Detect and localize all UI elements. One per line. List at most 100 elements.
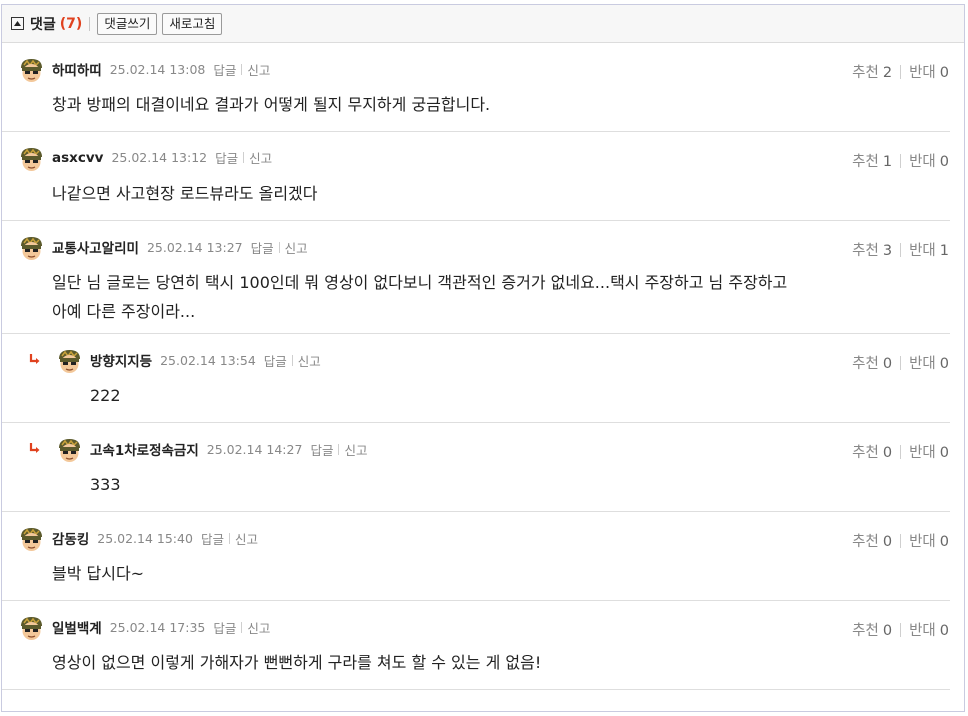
level-avatar-icon[interactable] bbox=[17, 145, 46, 174]
comment-text-line: 창과 방패의 대결이네요 결과가 어떻게 될지 무지하게 궁금합니다. bbox=[52, 95, 491, 114]
downvote-button[interactable]: 반대 0 bbox=[909, 150, 949, 171]
action-divider bbox=[291, 354, 293, 366]
comment-votes: 추천 0 반대 0 bbox=[852, 530, 949, 551]
upvote-button[interactable]: 추천 1 bbox=[852, 150, 892, 171]
vote-divider bbox=[900, 533, 902, 548]
comment-item: asxcvv 25.02.14 13:12 답글 신고나같으면 사고현장 로드뷰라도 … bbox=[2, 132, 950, 221]
upvote-button[interactable]: 추천 0 bbox=[852, 441, 892, 462]
upvote-count: 2 bbox=[882, 65, 893, 81]
downvote-count: 0 bbox=[939, 65, 949, 81]
reply-link[interactable]: 답글 bbox=[215, 148, 238, 167]
downvote-count: 0 bbox=[939, 445, 949, 461]
comment-text-line: 아예 다른 주장이라... bbox=[52, 302, 196, 321]
upvote-count: 3 bbox=[882, 243, 893, 259]
comment-row: 일벌백계 25.02.14 17:35 답글 신고 영상이 없으면 이렇게 가해자가 뻔… bbox=[2, 601, 950, 689]
collapse-up-icon[interactable] bbox=[11, 17, 24, 30]
level-avatar-icon[interactable] bbox=[17, 614, 46, 643]
upvote-label: 추천 bbox=[852, 445, 879, 461]
upvote-count: 0 bbox=[882, 623, 893, 639]
upvote-count: 1 bbox=[882, 154, 893, 170]
comment-text: 나같으면 사고현장 로드뷰라도 올리겠다 bbox=[52, 179, 318, 208]
level-avatar-icon[interactable] bbox=[17, 234, 46, 263]
comment-text: 창과 방패의 대결이네요 결과가 어떻게 될지 무지하게 궁금합니다. bbox=[52, 90, 490, 119]
comment-row: 교통사고알리미 25.02.14 13:27 답글 신고 일단 님 글로는 당연히 택시… bbox=[2, 221, 950, 333]
report-link[interactable]: 신고 bbox=[298, 351, 321, 370]
action-divider bbox=[278, 241, 280, 253]
level-avatar-icon[interactable] bbox=[55, 347, 84, 376]
comment-item: 교통사고알리미 25.02.14 13:27 답글 신고 일단 님 글로는 당연히 택시… bbox=[2, 221, 950, 334]
comment-count: (7) bbox=[59, 15, 83, 32]
comment-votes: 추천 0 반대 0 bbox=[852, 619, 949, 640]
reply-arrow-icon bbox=[28, 352, 42, 366]
downvote-button[interactable]: 반대 0 bbox=[909, 61, 949, 82]
comment-meta: 고속1차로정속금지 25.02.14 14:27 답글 신고 bbox=[90, 439, 367, 460]
comment-date: 25.02.14 13:12 bbox=[111, 150, 208, 165]
level-avatar-icon[interactable] bbox=[17, 56, 46, 85]
comment-nickname[interactable]: 고속1차로정속금지 bbox=[90, 439, 199, 459]
downvote-count: 0 bbox=[939, 154, 949, 170]
comment-meta: 교통사고알리미 25.02.14 13:27 답글 신고 bbox=[52, 237, 308, 258]
reply-link[interactable]: 답글 bbox=[264, 351, 287, 370]
comment-list: 하띠하띠 25.02.14 13:08 답글 신고 창과 방패의 대결이네요 결과가 어… bbox=[2, 43, 964, 690]
upvote-button[interactable]: 추천 3 bbox=[852, 239, 892, 260]
comment-nickname[interactable]: 감동킹 bbox=[52, 528, 89, 548]
upvote-button[interactable]: 추천 0 bbox=[852, 619, 892, 640]
reply-link[interactable]: 답글 bbox=[213, 618, 236, 637]
upvote-label: 추천 bbox=[852, 623, 879, 639]
reply-link[interactable]: 답글 bbox=[201, 529, 224, 548]
comment-row: asxcvv 25.02.14 13:12 답글 신고나같으면 사고현장 로드뷰라도 … bbox=[2, 132, 950, 220]
level-avatar-icon[interactable] bbox=[17, 525, 46, 554]
comment-item: 감동킹 25.02.14 15:40 답글 신고 블박 답시다~ 추천 0 반대 0 bbox=[2, 512, 950, 601]
report-link[interactable]: 신고 bbox=[235, 529, 258, 548]
comment-row: 방향지지등 25.02.14 13:54 답글 신고 222 추천 0 반대 0 bbox=[2, 334, 950, 422]
reply-link[interactable]: 답글 bbox=[251, 238, 274, 257]
comment-meta: 하띠하띠 25.02.14 13:08 답글 신고 bbox=[52, 59, 270, 80]
downvote-label: 반대 bbox=[909, 154, 936, 170]
comment-text-line: 일단 님 글로는 당연히 택시 100인데 뭐 영상이 없다보니 객관적인 증거… bbox=[52, 273, 788, 292]
action-divider bbox=[228, 532, 230, 544]
level-avatar-icon[interactable] bbox=[55, 436, 84, 465]
downvote-label: 반대 bbox=[909, 356, 936, 372]
comment-nickname[interactable]: 방향지지등 bbox=[90, 350, 152, 370]
reply-item: 방향지지등 25.02.14 13:54 답글 신고 222 추천 0 반대 0 bbox=[2, 334, 950, 423]
reply-link[interactable]: 답글 bbox=[213, 60, 236, 79]
upvote-label: 추천 bbox=[852, 356, 879, 372]
downvote-button[interactable]: 반대 0 bbox=[909, 352, 949, 373]
downvote-count: 0 bbox=[939, 534, 949, 550]
downvote-button[interactable]: 반대 0 bbox=[909, 619, 949, 640]
upvote-button[interactable]: 추천 2 bbox=[852, 61, 892, 82]
vote-divider bbox=[900, 242, 902, 257]
reply-link[interactable]: 답글 bbox=[310, 440, 333, 459]
downvote-label: 반대 bbox=[909, 243, 936, 259]
report-link[interactable]: 신고 bbox=[249, 148, 272, 167]
downvote-button[interactable]: 반대 0 bbox=[909, 530, 949, 551]
report-link[interactable]: 신고 bbox=[247, 618, 270, 637]
upvote-button[interactable]: 추천 0 bbox=[852, 530, 892, 551]
report-link[interactable]: 신고 bbox=[285, 238, 308, 257]
downvote-count: 0 bbox=[939, 623, 949, 639]
action-divider bbox=[243, 152, 245, 163]
comment-votes: 추천 0 반대 0 bbox=[852, 441, 949, 462]
comment-votes: 추천 1 반대 0 bbox=[852, 150, 949, 171]
upvote-button[interactable]: 추천 0 bbox=[852, 352, 892, 373]
comment-nickname[interactable]: 하띠하띠 bbox=[52, 59, 102, 79]
write-comment-button[interactable]: 댓글쓰기 bbox=[97, 12, 158, 35]
comment-text-line: 나같으면 사고현장 로드뷰라도 올리겠다 bbox=[52, 184, 318, 203]
comment-nickname[interactable]: 일벌백계 bbox=[52, 617, 102, 637]
report-link[interactable]: 신고 bbox=[344, 440, 367, 459]
comment-section: 댓글 (7) 댓글쓰기 새로고침 하띠하띠 25.02.14 13:08 답글 신고 창… bbox=[1, 4, 965, 712]
refresh-button[interactable]: 새로고침 bbox=[162, 12, 223, 35]
comment-date: 25.02.14 14:27 bbox=[206, 441, 303, 457]
comment-meta: 일벌백계 25.02.14 17:35 답글 신고 bbox=[52, 617, 270, 638]
upvote-count: 0 bbox=[882, 534, 893, 550]
report-link[interactable]: 신고 bbox=[247, 60, 270, 79]
downvote-button[interactable]: 반대 0 bbox=[909, 441, 949, 462]
comment-row: 고속1차로정속금지 25.02.14 14:27 답글 신고 333 추천 0 반대 0 bbox=[2, 423, 950, 511]
comment-nickname[interactable]: 교통사고알리미 bbox=[52, 237, 139, 257]
downvote-button[interactable]: 반대 1 bbox=[909, 239, 949, 260]
comment-meta: 방향지지등 25.02.14 13:54 답글 신고 bbox=[90, 350, 321, 371]
downvote-label: 반대 bbox=[909, 65, 936, 81]
upvote-label: 추천 bbox=[852, 534, 879, 550]
upvote-count: 0 bbox=[882, 445, 893, 461]
comment-nickname[interactable]: asxcvv bbox=[52, 150, 103, 166]
